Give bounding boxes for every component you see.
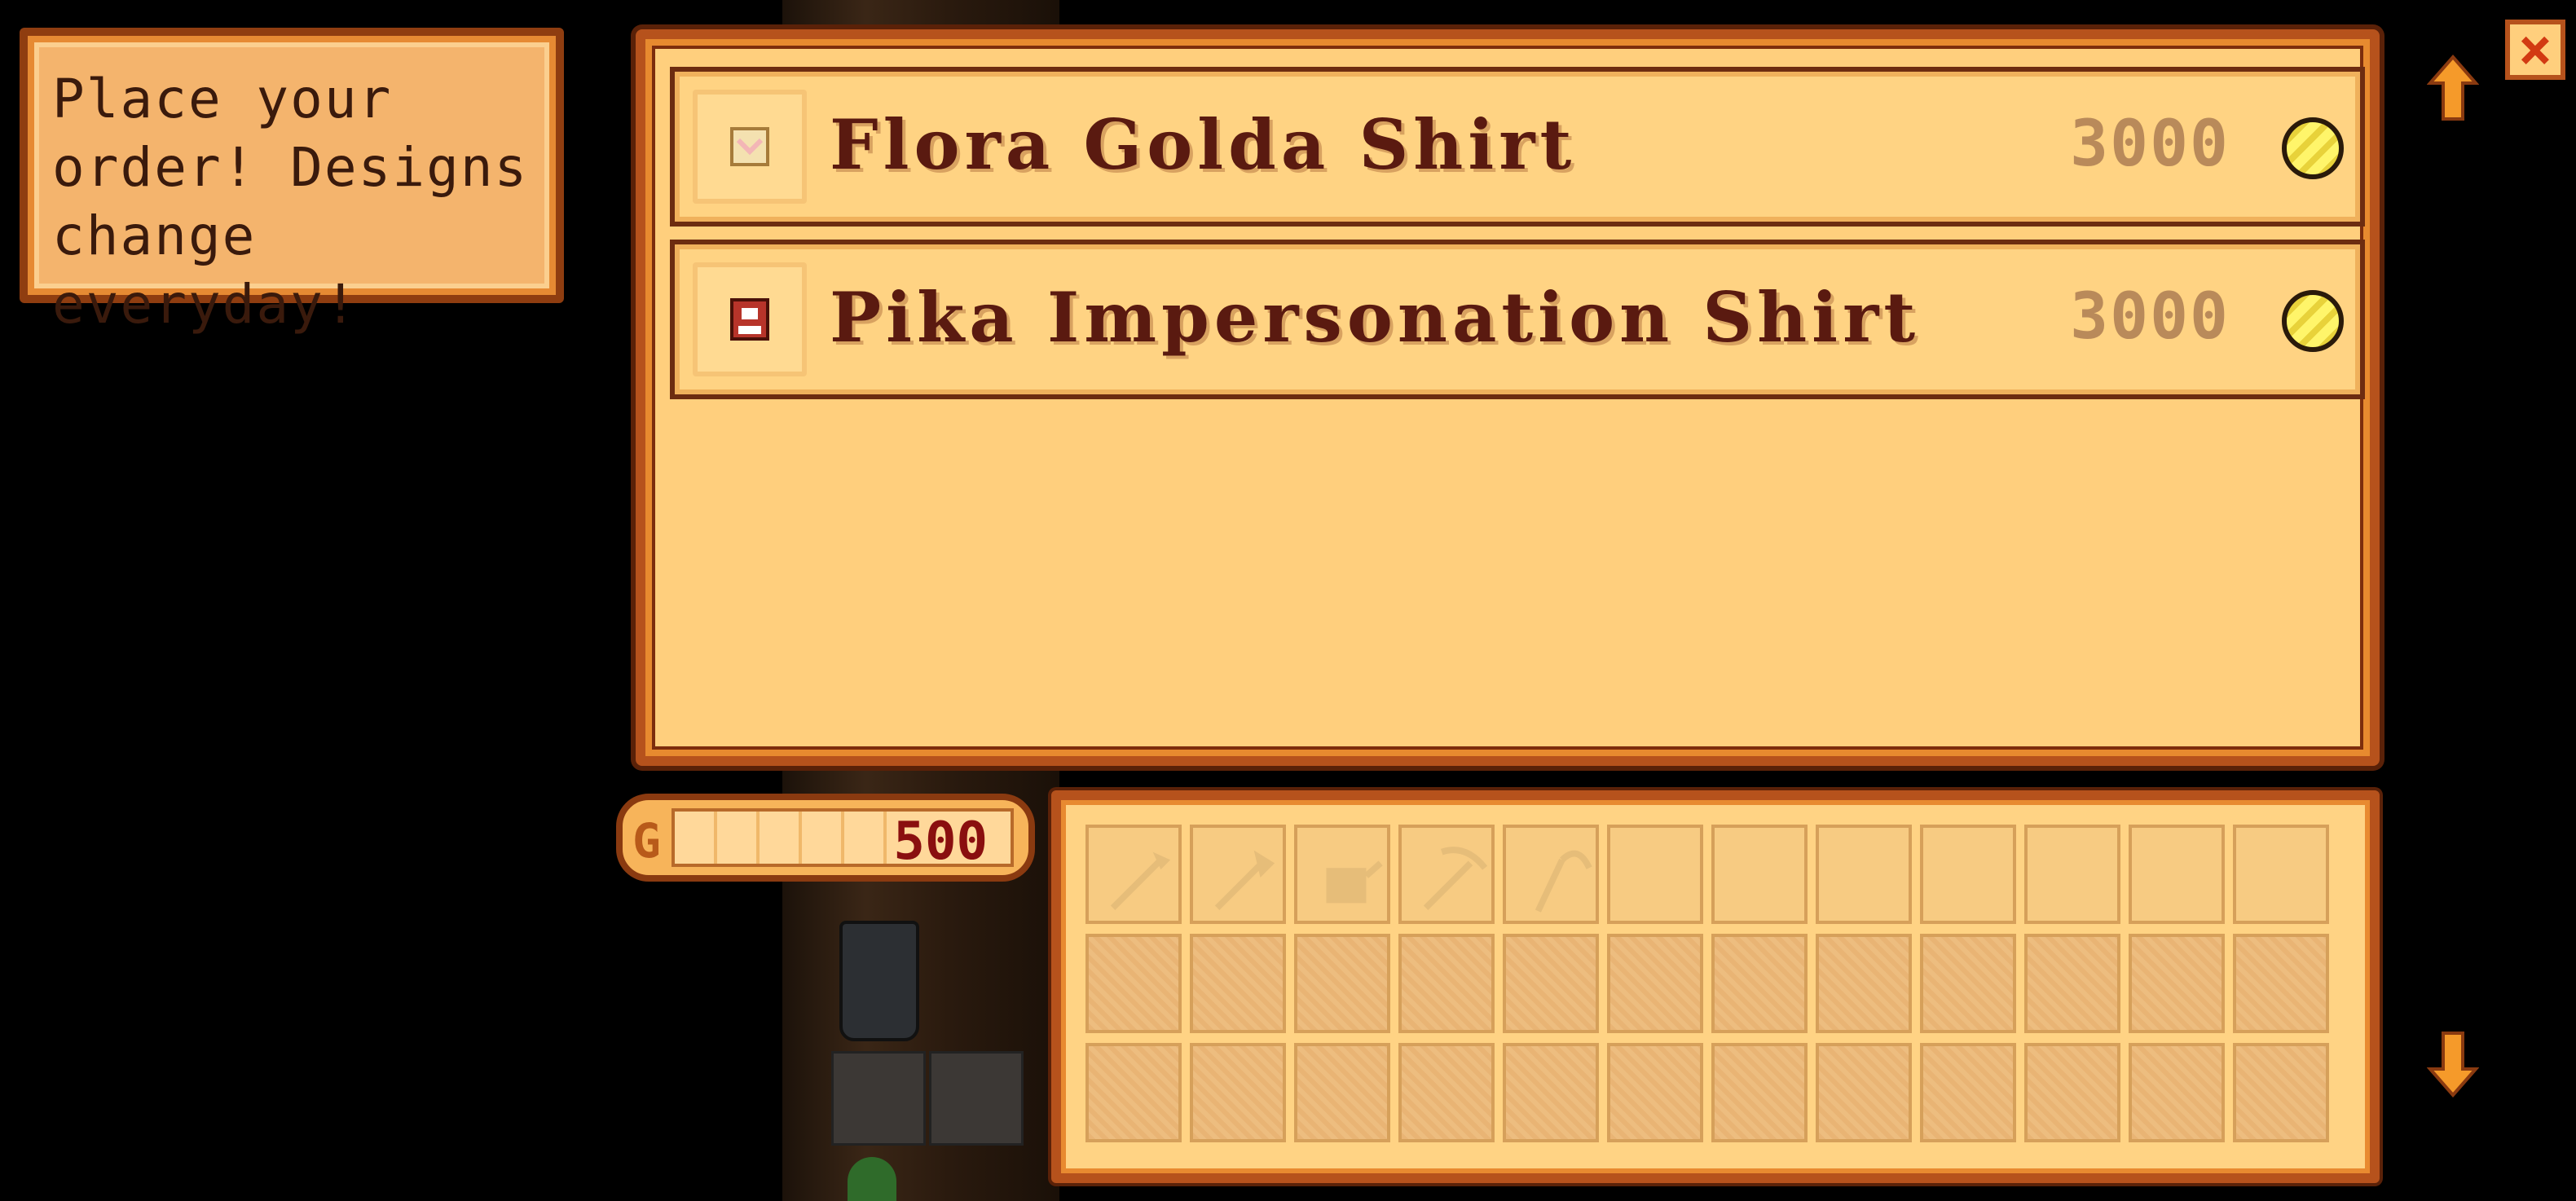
inventory-slot[interactable] [2233,825,2329,924]
inventory-slot[interactable] [2024,934,2120,1033]
item-price: 3000 [2070,108,2230,181]
inventory-slot[interactable] [1816,825,1912,924]
item-name: Flora Golda Shirt [830,104,1577,185]
scroll-up-arrow-icon[interactable] [2427,54,2479,122]
gold-label: G [632,813,661,869]
flora-golda-shirt-icon [730,127,769,166]
inventory-slot[interactable] [1294,1043,1390,1142]
inventory-slot[interactable] [1503,934,1599,1033]
inventory-slot[interactable] [1711,1043,1808,1142]
shop-item-row[interactable]: Pika Impersonation Shirt 3000 [670,240,2365,399]
item-price: 3000 [2070,280,2230,354]
item-icon-box [693,90,807,204]
inventory-slot[interactable] [2129,934,2225,1033]
inventory-slot[interactable] [2233,1043,2329,1142]
inventory-grid [1085,825,2329,1142]
bucket [839,921,919,1041]
item-icon-box [693,262,807,376]
shop-item-row[interactable]: Flora Golda Shirt 3000 [670,67,2365,227]
pika-shirt-icon [730,298,769,341]
hint-box: Place your order! Designs change everyda… [20,28,564,336]
scythe-icon [1535,850,1592,913]
money-value: 500 [893,812,988,872]
inventory-slot[interactable] [1607,1043,1703,1142]
inventory-slot[interactable] [1085,1043,1182,1142]
floor-tile [831,1051,926,1146]
inventory-slot[interactable] [1920,825,2016,924]
floor-tile [929,1051,1024,1146]
money-counter: G 500 [616,794,1035,882]
inventory-slot[interactable] [1816,1043,1912,1142]
inventory-slot[interactable] [1190,934,1286,1033]
hoe-icon [1110,851,1171,910]
inventory-slot[interactable] [1085,934,1182,1033]
gold-coin-icon [2282,290,2344,352]
inventory-slot[interactable] [2233,934,2329,1033]
close-button[interactable]: × [2505,20,2565,80]
inventory-panel [1051,790,2380,1183]
axe-icon [1214,850,1275,910]
plant [848,1157,896,1201]
inventory-slot[interactable] [2024,1043,2120,1142]
inventory-slot[interactable] [2024,825,2120,924]
hint-text: Place your order! Designs change everyda… [52,68,529,336]
pickaxe-icon [1423,847,1488,910]
inventory-slot[interactable] [1607,934,1703,1033]
inventory-slot[interactable] [1503,825,1599,924]
inventory-slot[interactable] [1816,934,1912,1033]
inventory-slot[interactable] [1190,825,1286,924]
inventory-slot[interactable] [1085,825,1182,924]
inventory-slot[interactable] [1294,934,1390,1033]
inventory-slot[interactable] [1920,934,2016,1033]
inventory-slot[interactable] [2129,825,2225,924]
shop-panel: Flora Golda Shirt 3000 Pika Impersonatio… [636,29,2380,766]
inventory-slot[interactable] [1398,825,1495,924]
inventory-slot[interactable] [1711,934,1808,1033]
inventory-slot[interactable] [1190,1043,1286,1142]
inventory-slot[interactable] [1503,1043,1599,1142]
inventory-slot[interactable] [1607,825,1703,924]
inventory-slot[interactable] [1294,825,1390,924]
watering-can-icon [1326,860,1383,904]
inventory-slot[interactable] [1398,934,1495,1033]
gold-coin-icon [2282,117,2344,179]
inventory-slot[interactable] [2129,1043,2225,1142]
scroll-down-arrow-icon[interactable] [2427,1030,2479,1098]
inventory-slot[interactable] [1711,825,1808,924]
item-name: Pika Impersonation Shirt [830,277,1921,358]
inventory-slot[interactable] [1920,1043,2016,1142]
inventory-slot[interactable] [1398,1043,1495,1142]
